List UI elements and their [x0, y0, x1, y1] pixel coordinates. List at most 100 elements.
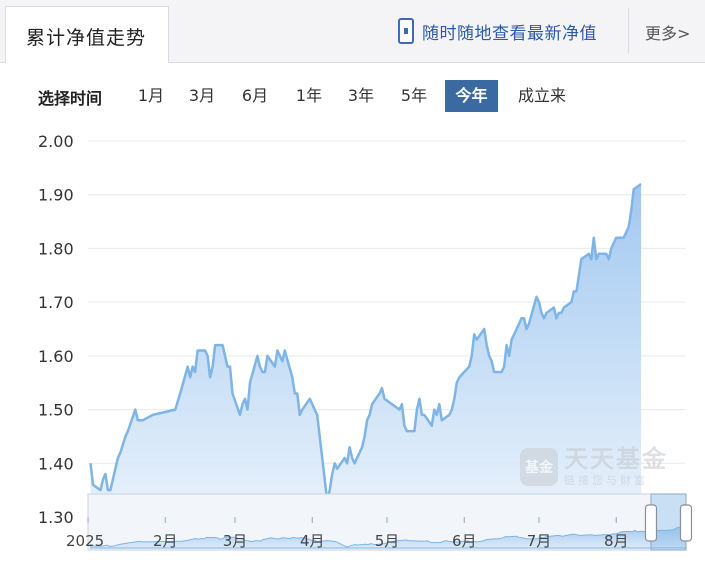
data-point: [258, 365, 262, 369]
data-point: [353, 461, 357, 465]
data-point: [597, 252, 601, 256]
data-point: [470, 354, 474, 358]
data-point: [108, 488, 112, 492]
data-point: [632, 187, 636, 191]
data-point: [193, 370, 197, 374]
data-point: [622, 236, 626, 240]
x-tick-label: 8月: [604, 532, 629, 550]
data-point: [482, 327, 486, 331]
range-option-3y[interactable]: 3年: [339, 80, 383, 112]
fund-logo-icon: 基金: [520, 448, 558, 486]
data-point: [278, 354, 282, 358]
navigator-right-handle[interactable]: [679, 504, 693, 542]
range-option-6m[interactable]: 6月: [233, 80, 277, 112]
data-point: [400, 402, 404, 406]
data-point: [275, 349, 279, 353]
data-point: [345, 461, 349, 465]
data-point: [437, 402, 441, 406]
data-point: [569, 300, 573, 304]
data-point: [273, 365, 277, 369]
range-option-1y[interactable]: 1年: [287, 80, 331, 112]
data-point: [612, 241, 616, 245]
data-point: [360, 445, 364, 449]
data-point: [579, 257, 583, 261]
data-point: [89, 461, 93, 465]
x-tick-label: 7月: [527, 532, 552, 550]
data-point: [432, 408, 436, 412]
data-point: [455, 381, 459, 385]
data-point: [363, 434, 367, 438]
x-tick-label: 3月: [223, 532, 248, 550]
data-point: [485, 343, 489, 347]
data-point: [308, 397, 312, 401]
tab-cumulative-nav[interactable]: 累计净值走势: [5, 6, 169, 63]
data-point: [290, 375, 294, 379]
data-point: [141, 418, 145, 422]
data-point: [594, 257, 598, 261]
data-point: [191, 365, 195, 369]
data-point: [502, 365, 506, 369]
data-point: [517, 322, 521, 326]
data-point: [365, 418, 369, 422]
data-point: [243, 397, 247, 401]
data-point: [592, 236, 596, 240]
y-tick-label: 1.60: [38, 347, 74, 366]
data-point: [417, 397, 421, 401]
data-point: [629, 209, 633, 213]
data-point: [188, 375, 192, 379]
range-option-1m[interactable]: 1月: [130, 80, 172, 112]
data-point: [315, 413, 319, 417]
data-point: [333, 461, 337, 465]
nav-area-chart: 2.00 1.90 1.80 1.70 1.60 1.50 1.40 1.30 2025 2月 3…: [38, 132, 693, 551]
data-point: [116, 456, 120, 460]
y-tick-label: 1.40: [38, 454, 74, 473]
data-point: [577, 273, 581, 277]
data-point: [343, 456, 347, 460]
data-point: [398, 408, 402, 412]
range-option-5y[interactable]: 5年: [392, 80, 436, 112]
promo-text: 随时随地查看最新净值: [422, 23, 597, 44]
data-point: [133, 408, 137, 412]
data-point: [607, 257, 611, 261]
data-point: [310, 402, 314, 406]
data-point: [313, 408, 317, 412]
mobile-promo-link[interactable]: 随时随地查看最新净值: [398, 16, 597, 46]
data-point: [265, 354, 269, 358]
data-point: [295, 392, 299, 396]
data-point: [103, 472, 107, 476]
range-option-since-inception[interactable]: 成立来: [506, 80, 578, 112]
x-tick-label: 5月: [375, 532, 400, 550]
data-point: [507, 354, 511, 358]
navigator-left-handle[interactable]: [644, 504, 658, 542]
more-link[interactable]: 更多>: [645, 20, 690, 44]
range-option-ytd[interactable]: 今年: [445, 80, 498, 112]
data-point: [604, 252, 608, 256]
chart-header: 累计净值走势 随时随地查看最新净值 更多>: [0, 0, 705, 63]
y-tick-label: 1.70: [38, 293, 74, 312]
data-point: [435, 413, 439, 417]
data-point: [522, 316, 526, 320]
data-point: [328, 488, 332, 492]
range-option-3m[interactable]: 3月: [180, 80, 224, 112]
data-point: [412, 429, 416, 433]
data-point: [228, 365, 232, 369]
data-point: [540, 311, 544, 315]
x-tick-label: 6月: [452, 532, 477, 550]
header-divider: [628, 8, 629, 54]
data-point: [589, 257, 593, 261]
y-tick-label: 1.30: [38, 508, 74, 527]
data-point: [383, 397, 387, 401]
data-point: [467, 365, 471, 369]
data-point: [348, 445, 352, 449]
data-point: [298, 413, 302, 417]
data-point: [335, 467, 339, 471]
data-point: [559, 311, 563, 315]
data-point: [639, 182, 643, 186]
data-point: [525, 327, 529, 331]
data-point: [241, 402, 245, 406]
data-point: [609, 246, 613, 250]
x-tick-label: 2月: [153, 532, 178, 550]
data-point: [452, 397, 456, 401]
data-point: [203, 349, 207, 353]
data-point: [238, 413, 242, 417]
